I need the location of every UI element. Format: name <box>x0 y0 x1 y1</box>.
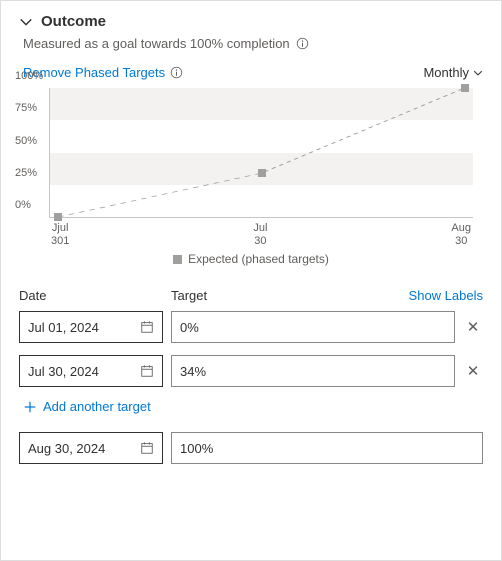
interval-dropdown[interactable]: Monthly <box>423 65 483 80</box>
legend-label: Expected (phased targets) <box>188 252 329 266</box>
section-subtitle: Measured as a goal towards 100% completi… <box>23 36 290 51</box>
remove-row-button[interactable]: ✕ <box>463 362 483 380</box>
date-input[interactable]: Jul 30, 2024 <box>19 355 163 387</box>
remove-phased-targets-link[interactable]: Remove Phased Targets <box>23 65 183 80</box>
date-value: Jul 01, 2024 <box>28 320 99 335</box>
section-title: Outcome <box>41 13 106 30</box>
x-tick: Aug 30 <box>451 222 471 248</box>
interval-label: Monthly <box>423 65 469 80</box>
add-target-button[interactable]: Add another target <box>23 399 483 414</box>
info-icon[interactable] <box>296 37 309 50</box>
date-input[interactable]: Aug 30, 2024 <box>19 432 163 464</box>
calendar-icon <box>140 441 154 455</box>
calendar-icon <box>140 364 154 378</box>
column-date: Date <box>19 288 171 303</box>
chart-point <box>54 213 62 221</box>
target-value: 34% <box>180 364 206 379</box>
date-input[interactable]: Jul 01, 2024 <box>19 311 163 343</box>
remove-link-label: Remove Phased Targets <box>23 65 165 80</box>
chart: 0% 25% 50% 75% 100% Jjul 301 Jul 30 Aug … <box>49 88 473 248</box>
legend-square-icon <box>173 255 182 264</box>
show-labels-link[interactable]: Show Labels <box>409 288 483 303</box>
x-tick: Jul 30 <box>253 222 267 248</box>
target-input[interactable]: 0% <box>171 311 455 343</box>
chart-legend: Expected (phased targets) <box>19 252 483 266</box>
chevron-down-icon <box>473 68 483 78</box>
y-tick: 100% <box>15 70 43 82</box>
target-value: 100% <box>180 441 213 456</box>
info-icon[interactable] <box>170 66 183 79</box>
chart-point <box>258 169 266 177</box>
chart-point <box>461 84 469 92</box>
x-tick: Jjul 301 <box>51 222 69 248</box>
target-input[interactable]: 34% <box>171 355 455 387</box>
remove-row-button[interactable]: ✕ <box>463 318 483 336</box>
column-target: Target <box>171 288 409 303</box>
y-tick: 50% <box>15 135 37 147</box>
add-target-label: Add another target <box>43 399 151 414</box>
y-tick: 25% <box>15 167 37 179</box>
target-value: 0% <box>180 320 199 335</box>
y-tick: 0% <box>15 199 31 211</box>
chevron-down-icon[interactable] <box>19 15 33 29</box>
target-row: Jul 01, 2024 0% ✕ <box>19 311 483 343</box>
y-tick: 75% <box>15 102 37 114</box>
calendar-icon <box>140 320 154 334</box>
date-value: Jul 30, 2024 <box>28 364 99 379</box>
plus-icon <box>23 400 37 414</box>
target-input[interactable]: 100% <box>171 432 483 464</box>
target-row-final: Aug 30, 2024 100% <box>19 432 483 464</box>
date-value: Aug 30, 2024 <box>28 441 105 456</box>
target-row: Jul 30, 2024 34% ✕ <box>19 355 483 387</box>
